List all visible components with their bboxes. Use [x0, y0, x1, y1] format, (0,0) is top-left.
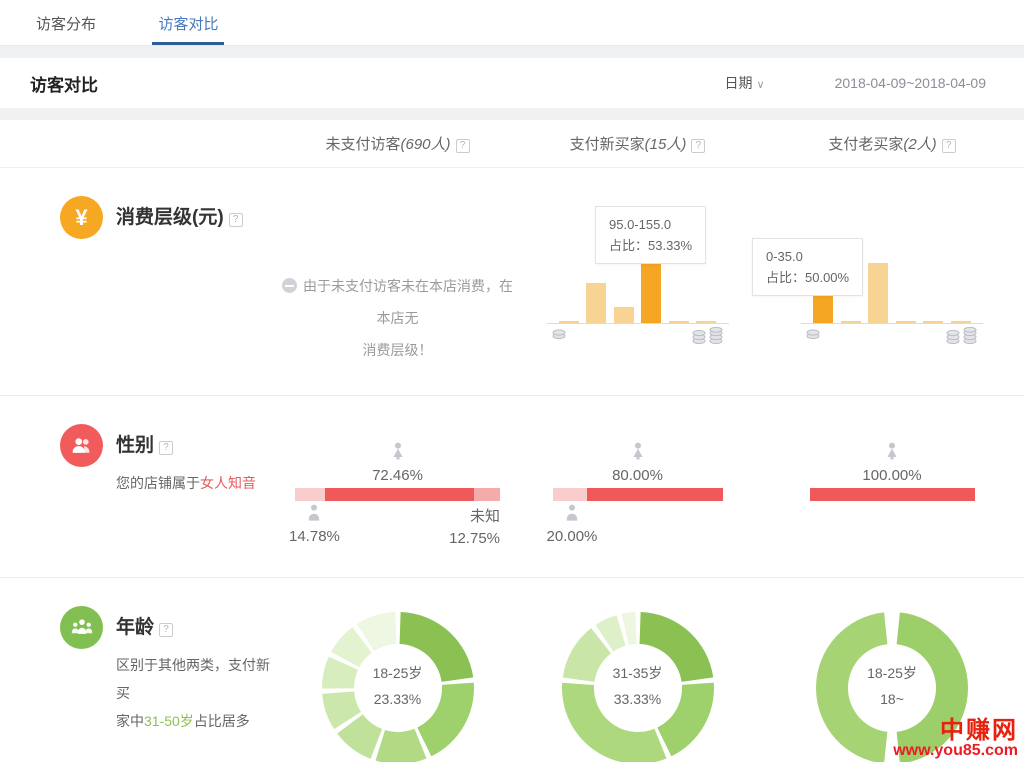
consumption-title: 消费层级(元) — [116, 202, 224, 229]
chart-tooltip: 0-35.0 占比：50.00% — [752, 238, 863, 296]
donut-center-label: 18-25岁 23.33% — [318, 660, 478, 712]
date-range-value[interactable]: 2018-04-09~2018-04-09 — [835, 75, 986, 91]
male-percentage: 14.78% — [289, 528, 340, 545]
help-icon[interactable]: ? — [229, 213, 243, 227]
minus-circle-icon — [282, 278, 297, 293]
gender-bar-chart[interactable]: 80.00% 20.00% — [553, 442, 723, 545]
gender-icon — [60, 424, 103, 467]
female-percentage: 100.00% — [810, 467, 975, 484]
age-donut-chart[interactable]: 18-25岁 23.33% — [318, 608, 478, 762]
chevron-down-icon: ∨ — [757, 79, 765, 91]
no-data-message: 由于未支付访客未在本店消费，在本店无 消费层级！ — [280, 270, 515, 366]
female-icon — [388, 442, 408, 460]
age-cell-new-buyers: 31-35岁 33.33% — [515, 578, 760, 762]
gender-title: 性别 — [116, 430, 154, 457]
help-icon[interactable]: ? — [456, 139, 470, 153]
age-group-icon — [60, 606, 103, 649]
consumption-cell-new-buyers: 95.0-155.0 占比：53.33% — [515, 168, 760, 395]
donut-center-label: 31-35岁 33.33% — [558, 660, 718, 712]
male-icon — [562, 504, 582, 521]
page-title: 访客对比 — [30, 71, 98, 96]
column-header-new-buyers: 支付新买家(15人)? — [515, 133, 760, 154]
divider-band — [0, 108, 1024, 120]
tab-bar: 访客分布 访客对比 — [0, 0, 1024, 46]
coin-low-icon — [551, 327, 567, 341]
section-header: 访客对比 日期 ∨ 2018-04-09~2018-04-09 — [0, 58, 1024, 108]
female-icon — [628, 442, 648, 460]
male-icon — [304, 504, 324, 521]
watermark: 中赚网 www.you85.com — [893, 718, 1018, 760]
female-percentage: 80.00% — [553, 467, 723, 484]
help-icon[interactable]: ? — [942, 139, 956, 153]
yen-icon: ¥ — [60, 196, 103, 239]
help-icon[interactable]: ? — [159, 623, 173, 637]
gender-cell-unpaid: 72.46% 14.78% 未知 12.75% — [280, 396, 515, 577]
gender-bar-chart[interactable]: 72.46% 14.78% 未知 12.75% — [295, 442, 500, 550]
visitor-compare-page: 访客分布 访客对比 访客对比 日期 ∨ 2018-04-09~2018-04-09… — [0, 0, 1024, 762]
column-header-old-buyers: 支付老买家(2人)? — [760, 133, 1024, 154]
divider-band — [0, 46, 1024, 58]
tab-visitor-distribution[interactable]: 访客分布 — [30, 0, 102, 45]
age-subtitle: 区别于其他两类，支付新买 家中31-50岁占比居多 — [116, 651, 270, 735]
row-gender: 性别? 您的店铺属于女人知音 72.46% 14.78% 未知 — [0, 396, 1024, 578]
help-icon[interactable]: ? — [691, 139, 705, 153]
date-picker[interactable]: 日期 ∨ — [725, 73, 765, 93]
coin-low-icon — [805, 327, 821, 341]
consumption-cell-unpaid: 由于未支付访客未在本店消费，在本店无 消费层级！ — [280, 168, 515, 395]
date-picker-label: 日期 — [725, 75, 753, 91]
help-icon[interactable]: ? — [159, 441, 173, 455]
female-percentage: 72.46% — [295, 467, 500, 484]
chart-tooltip: 95.0-155.0 占比：53.33% — [595, 206, 706, 264]
age-cell-unpaid: 18-25岁 23.33% — [280, 578, 515, 762]
row-age: 年龄? 区别于其他两类，支付新买 家中31-50岁占比居多 18-25岁 23.… — [0, 578, 1024, 762]
male-percentage: 20.00% — [547, 528, 598, 545]
consumption-cell-old-buyers: 0-35.0 占比：50.00% — [760, 168, 1024, 395]
column-header-unpaid: 未支付访客(690人)? — [280, 133, 515, 154]
age-donut-chart[interactable]: 31-35岁 33.33% — [558, 608, 718, 762]
coin-high-icon — [691, 327, 725, 345]
donut-center-label: 18-25岁 18~ — [812, 660, 972, 712]
female-icon — [882, 442, 902, 460]
gender-subtitle: 您的店铺属于女人知音 — [116, 469, 270, 497]
unknown-percentage: 未知 12.75% — [449, 506, 500, 550]
row-consumption-level: ¥ 消费层级(元)? 由于未支付访客未在本店消费，在本店无 消费层级！ 95.0… — [0, 168, 1024, 396]
gender-bar-chart[interactable]: 100.00% — [810, 442, 975, 501]
gender-cell-old-buyers: 100.00% — [760, 396, 1024, 577]
age-title: 年龄 — [116, 612, 154, 639]
coin-high-icon — [945, 327, 979, 345]
consumption-bar-chart[interactable] — [547, 256, 729, 345]
column-headers: 未支付访客(690人)? 支付新买家(15人)? 支付老买家(2人)? — [0, 120, 1024, 168]
gender-cell-new-buyers: 80.00% 20.00% — [515, 396, 760, 577]
tab-visitor-compare[interactable]: 访客对比 — [152, 0, 224, 45]
